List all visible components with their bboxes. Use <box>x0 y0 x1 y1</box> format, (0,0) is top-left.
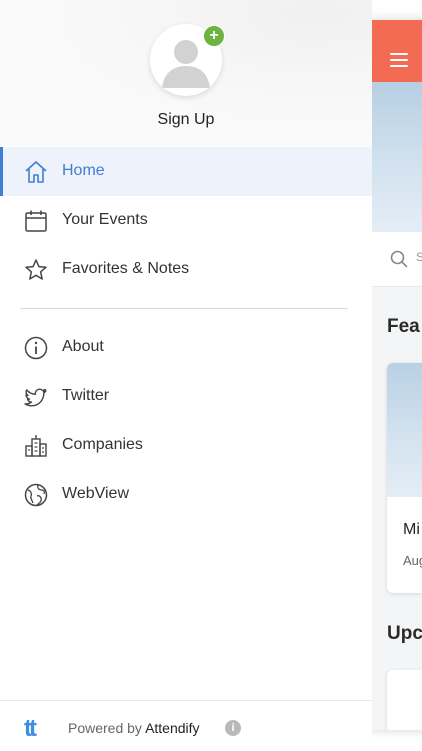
nav-label-your-events: Your Events <box>62 211 148 228</box>
nav-label-webview: WebView <box>62 485 129 502</box>
drawer-footer: tt Powered by Attendify i <box>0 700 372 751</box>
star-icon <box>25 259 47 280</box>
nav-label-companies: Companies <box>62 436 143 453</box>
powered-by-brand: Attendify <box>145 720 200 736</box>
background-app-screen[interactable]: S Fea Mi Aug Upc <box>372 20 422 730</box>
search-icon <box>390 250 408 268</box>
hamburger-menu-icon[interactable] <box>390 53 408 67</box>
featured-event-card[interactable]: Mi Aug <box>387 363 422 593</box>
search-placeholder: S <box>416 250 422 264</box>
nav-item-companies[interactable]: Companies <box>0 421 372 470</box>
event-card-date: Aug <box>403 553 422 568</box>
search-bar[interactable]: S <box>372 232 422 287</box>
home-icon <box>25 161 47 183</box>
upcoming-event-card[interactable] <box>387 670 422 730</box>
twitter-icon <box>24 388 47 407</box>
app-top-bar <box>372 20 422 82</box>
drawer-profile-header: + Sign Up <box>0 0 372 146</box>
calendar-icon <box>25 210 47 232</box>
add-profile-plus-icon[interactable]: + <box>203 25 225 47</box>
event-card-image <box>387 363 422 497</box>
nav-label-about: About <box>62 338 104 355</box>
event-card-title: Mi <box>403 521 420 538</box>
nav-label-favorites-notes: Favorites & Notes <box>62 260 190 277</box>
drawer-nav: Home Your Events Favorites & Notes About… <box>0 147 372 519</box>
powered-by-text: Powered by Attendify <box>68 720 200 736</box>
buildings-icon <box>25 435 47 457</box>
nav-divider <box>20 308 348 309</box>
navigation-drawer: + Sign Up Home Your Events Favorites & N… <box>0 0 372 751</box>
info-icon-footer[interactable]: i <box>225 720 241 736</box>
nav-item-home[interactable]: Home <box>0 147 372 196</box>
globe-icon <box>24 483 48 507</box>
nav-label-home: Home <box>62 162 105 179</box>
powered-by-label: Powered by <box>68 720 142 736</box>
info-icon <box>24 336 48 360</box>
nav-label-twitter: Twitter <box>62 387 110 404</box>
hero-image <box>372 82 422 232</box>
nav-item-favorites-notes[interactable]: Favorites & Notes <box>0 245 372 294</box>
upcoming-section-title: Upc <box>387 623 422 644</box>
nav-item-your-events[interactable]: Your Events <box>0 196 372 245</box>
nav-item-about[interactable]: About <box>0 323 372 372</box>
nav-item-webview[interactable]: WebView <box>0 470 372 519</box>
nav-item-twitter[interactable]: Twitter <box>0 372 372 421</box>
attendify-logo-icon: tt <box>24 715 37 742</box>
featured-section-title: Fea <box>387 316 420 337</box>
sign-up-link[interactable]: Sign Up <box>0 111 372 129</box>
